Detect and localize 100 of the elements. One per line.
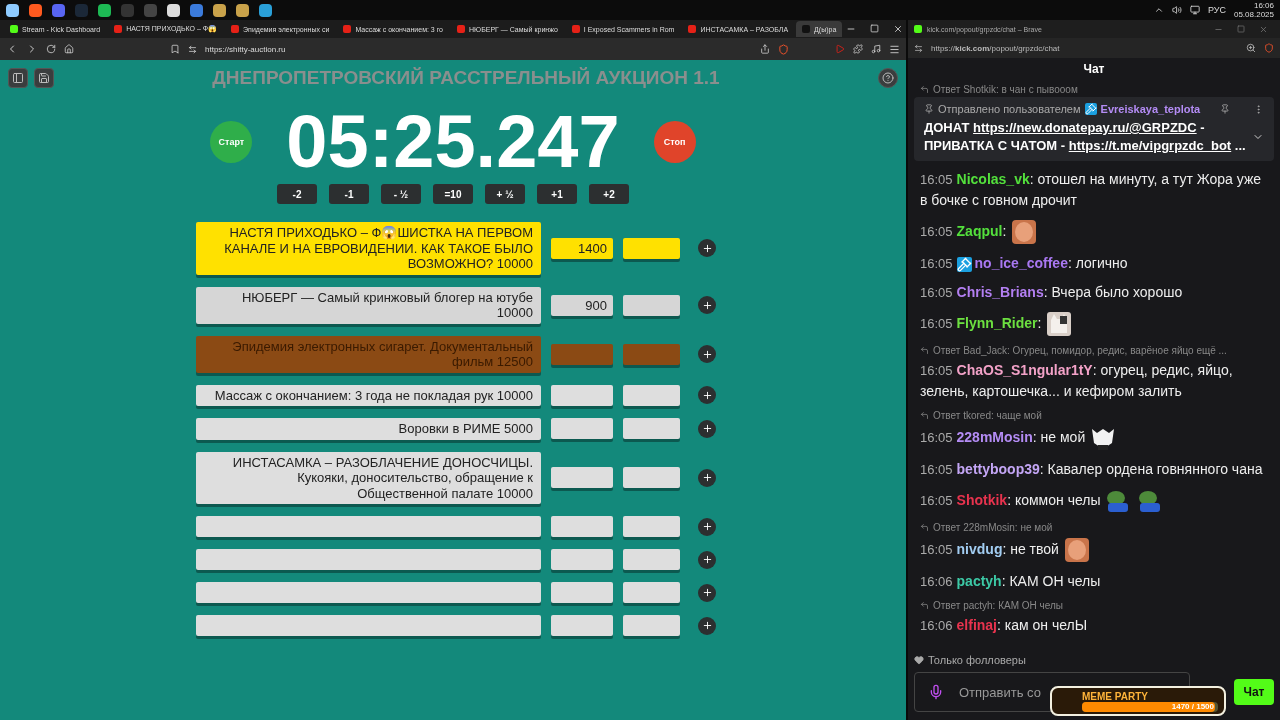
language-indicator[interactable]: РУС [1207,5,1226,15]
lot-name-field[interactable]: НАСТЯ ПРИХОДЬКО – Ф😱ШИСТКА НА ПЕРВОМ КАНАЛЕ И НА ЕВРОВИДЕНИИ. КАК ТАКОЕ БЫЛО ВОЗМОЖНО? 10000 [196,222,541,275]
chat-message: 16:05 no_ice_coffee: логично [920,254,1129,274]
microphone-icon[interactable] [928,684,944,700]
extra-bid-field[interactable] [623,343,680,365]
shield-icon[interactable] [1264,43,1274,53]
time-step-button[interactable]: + ½ [485,184,525,204]
add-bid-button[interactable] [698,386,716,405]
bid-field[interactable] [551,549,613,570]
extra-bid-field[interactable] [623,294,680,316]
app-icon[interactable] [259,3,272,17]
app-icon[interactable] [29,3,42,17]
home-icon[interactable] [64,44,74,54]
plus-icon [701,587,713,598]
speaker-icon[interactable] [1171,5,1182,15]
lot-name-field[interactable]: ИНСТАСАМКА – РАЗОБЛАЧЕНИЕ ДОНОСЧИЦЫ. Кукояки, доносительство, обращение к Общественной палате 10000 [196,451,541,504]
extensions-icon[interactable] [853,44,863,54]
chat-message: 16:05 Zaqpul: [920,215,1268,249]
site-settings-icon[interactable] [188,44,197,54]
unpin-icon[interactable] [1220,104,1231,114]
app-icon[interactable] [236,3,249,17]
app-icon[interactable] [167,3,180,17]
app-icon[interactable] [98,3,111,17]
lot-name-field[interactable]: НЮБЕРГ — Самый кринжовый блогер на ютубе 10000 [196,286,541,324]
reply-icon [920,601,929,610]
emote-icon [1010,219,1039,245]
bid-field[interactable] [551,418,613,440]
chat-message: 16:05 Shotkik: коммон челы [920,484,1268,518]
close-icon[interactable] [893,24,904,34]
extra-bid-field[interactable] [623,516,680,537]
tab-favicon-icon [457,25,465,33]
followers-only-label: Только фолловеры [928,654,1026,666]
app-icon[interactable] [6,3,19,17]
chat-message: 16:05 bettyboop39: Кавалер ордена говнянного чана [920,460,1264,479]
time-step-button[interactable]: +2 [589,184,629,204]
tab-favicon-icon [802,25,811,33]
add-bid-button[interactable] [698,296,716,314]
pinned-link[interactable]: https://new.donatepay.ru/@GRPZDC [973,120,1197,135]
bid-field[interactable] [551,582,613,603]
extra-bid-field[interactable] [623,615,680,636]
tab-favicon-icon [10,25,18,33]
app-icon[interactable] [213,3,226,17]
zoom-icon[interactable] [1246,43,1256,53]
reply-preview: Ответ pactyh: КАМ ОН челы [933,600,1063,611]
bid-field[interactable] [551,615,613,636]
extra-bid-field[interactable] [623,384,680,406]
network-icon[interactable] [1189,5,1200,15]
lot-name-field[interactable]: Массаж с окончанием: 3 года не покладая рук 10000 [196,384,541,406]
menu-icon[interactable] [889,43,900,55]
lot-name-field[interactable] [196,516,541,537]
bookmark-icon[interactable] [170,44,180,54]
address-field[interactable]: https://shitty-auction.ru [205,44,286,54]
plus-icon [701,521,713,532]
pinned-link[interactable]: https://t.me/vipgrpzdc_bot [1068,138,1232,153]
site-favicon-icon [914,25,922,33]
extra-bid-field[interactable] [623,582,680,603]
music-icon[interactable] [871,44,881,54]
bid-field[interactable] [551,467,613,489]
extra-bid-field[interactable] [623,549,680,570]
plus-icon [701,299,713,311]
chat-message: 16:05 Flynn_Rider: [920,307,1268,341]
chat-message: 16:05 nivdug: не твой [920,533,1268,567]
send-button[interactable]: Чат [1234,679,1274,705]
add-bid-button[interactable] [698,468,716,487]
add-bid-button[interactable] [698,583,716,602]
plus-icon [701,348,713,360]
add-bid-button[interactable] [698,239,716,258]
share-icon[interactable] [760,44,770,54]
bid-field[interactable] [551,343,613,365]
reply-icon [920,411,929,420]
add-bid-button[interactable] [698,616,716,635]
chevron-up-icon[interactable] [1153,5,1164,15]
save-button[interactable] [34,68,54,88]
sidebar-button[interactable] [8,68,28,88]
pinned-text: ДОНАТ https://new.donatepay.ru/@GRPZDC - ПРИВАТКА С ЧАТОМ - https://t.me/vipgrpzdc_bot ... [924,119,1247,155]
add-bid-button[interactable] [698,517,716,536]
site-settings-icon[interactable] [914,43,923,53]
bid-field[interactable]: 1400 [551,237,613,259]
bid-field[interactable]: 900 [551,294,613,316]
shield-icon[interactable] [778,43,789,55]
extra-bid-field[interactable] [623,467,680,489]
add-bid-button[interactable] [698,419,716,438]
help-button[interactable] [878,68,898,88]
extra-bid-field[interactable] [623,237,680,259]
lot-name-field[interactable]: Воровки в РИМЕ 5000 [196,418,541,440]
add-bid-button[interactable] [698,345,716,363]
extra-bid-field[interactable] [623,418,680,440]
lot-name-field[interactable] [196,615,541,636]
bid-field[interactable] [551,516,613,537]
stop-button[interactable]: Стоп [653,121,696,163]
lot-name-field[interactable] [196,582,541,603]
time-step-button[interactable]: +1 [537,184,577,204]
time-step-button[interactable]: -1 [329,184,369,204]
add-bid-button[interactable] [698,550,716,569]
time-step-button[interactable]: =10 [433,184,473,204]
lot-name-field[interactable] [196,549,541,570]
time-step-button[interactable]: -2 [277,184,317,204]
bid-field[interactable] [551,384,613,406]
time-step-button[interactable]: - ½ [381,184,421,204]
reload-icon[interactable] [46,44,56,54]
